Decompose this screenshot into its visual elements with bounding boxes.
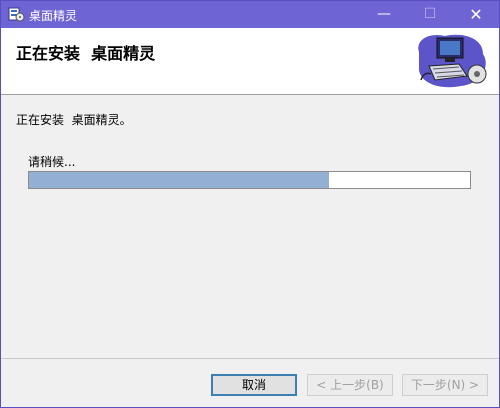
close-button[interactable]: ✕ [453,1,499,28]
next-button[interactable]: 下一步(N) > [402,374,488,396]
install-progress-bar [28,171,471,189]
status-message: 正在安装 桌面精灵。 [16,113,132,127]
maximize-button[interactable]: ☐ [407,1,453,28]
title-bar[interactable]: 桌面精灵 — ☐ ✕ [1,1,499,28]
page-title: 正在安装 桌面精灵 [16,44,156,63]
computer-setup-graphic-icon [418,34,487,88]
progress-fill [29,172,329,188]
footer-divider [1,358,499,359]
wait-label: 请稍候... [28,155,76,169]
cancel-button[interactable]: 取消 [211,374,297,396]
wizard-header: 正在安装 桌面精灵 [1,28,499,95]
window-title: 桌面精灵 [29,9,78,23]
back-button[interactable]: < 上一步(B) [307,374,393,396]
minimize-button[interactable]: — [361,1,407,28]
installer-app-icon [8,7,25,22]
installer-window: 桌面精灵 — ☐ ✕ 正在安装 桌面精灵 正在安装 桌面精灵。 请稍候... 取… [0,0,500,408]
